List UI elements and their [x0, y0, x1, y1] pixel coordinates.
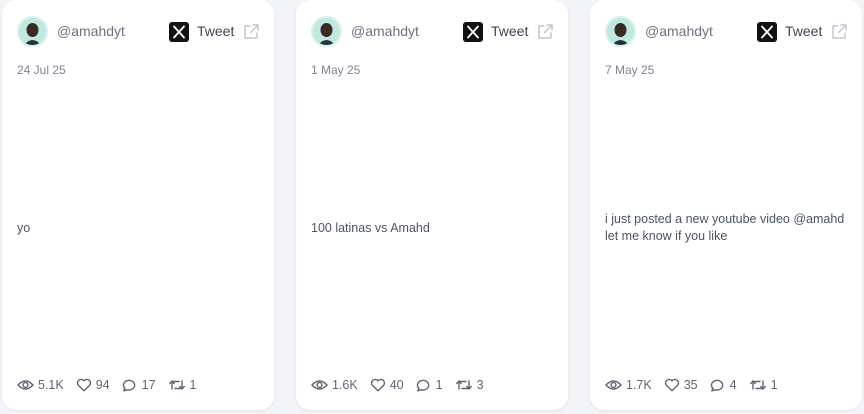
- retweets-count: 1: [770, 378, 778, 392]
- tweet-text: i just posted a new youtube video @amahd…: [605, 118, 848, 338]
- tweet-text: 100 latinas vs Amahd: [311, 118, 554, 338]
- comments-count: 4: [729, 378, 737, 392]
- eye-icon: [605, 380, 622, 390]
- views-stat: 1.7K: [605, 378, 652, 392]
- retweet-icon: [749, 380, 766, 390]
- retweets-stat[interactable]: 3: [455, 378, 484, 392]
- avatar[interactable]: [17, 16, 48, 47]
- likes-stat[interactable]: 40: [370, 378, 404, 392]
- comments-stat[interactable]: 17: [122, 378, 156, 392]
- comment-icon: [122, 379, 135, 392]
- x-logo-icon: [757, 22, 777, 42]
- tweet-date: 24 Jul 25: [17, 63, 66, 77]
- retweets-stat[interactable]: 1: [168, 378, 197, 392]
- user-handle[interactable]: @amahdyt: [351, 23, 419, 39]
- tweet-card[interactable]: @amahdyt Tweet 7 May 25 i just posted a …: [590, 0, 862, 410]
- user-handle[interactable]: @amahdyt: [645, 23, 713, 39]
- tweet-card[interactable]: @amahdyt Tweet 1 May 25 100 latinas vs A…: [296, 0, 568, 410]
- tweet-text-content: 100 latinas vs Amahd: [311, 220, 430, 235]
- card-header: @amahdyt Tweet: [17, 16, 260, 48]
- retweets-count: 3: [476, 378, 484, 392]
- tweet-text-content: yo: [17, 220, 31, 235]
- heart-icon: [76, 378, 91, 392]
- views-stat: 1.6K: [311, 378, 358, 392]
- user-handle[interactable]: @amahdyt: [57, 23, 125, 39]
- heart-icon: [664, 378, 679, 392]
- eye-icon: [17, 380, 34, 390]
- retweets-stat[interactable]: 1: [749, 378, 778, 392]
- tweet-card-row: @amahdyt Tweet 24 Jul 25 yo 5.1K 94 17 1…: [0, 0, 864, 414]
- views-count: 1.6K: [332, 378, 358, 392]
- tweet-link-label[interactable]: Tweet: [197, 23, 234, 39]
- tweet-text: yo: [17, 118, 260, 338]
- retweet-icon: [455, 380, 472, 390]
- tweet-text-content: i just posted a new youtube video @amahd…: [605, 212, 845, 243]
- external-link-icon[interactable]: [535, 22, 555, 42]
- comments-count: 17: [141, 378, 156, 392]
- comments-stat[interactable]: 4: [710, 378, 737, 392]
- comments-stat[interactable]: 1: [416, 378, 443, 392]
- external-link-icon[interactable]: [829, 22, 849, 42]
- eye-icon: [311, 380, 328, 390]
- comment-icon: [710, 379, 723, 392]
- x-logo-icon: [169, 22, 189, 42]
- retweets-count: 1: [189, 378, 197, 392]
- likes-stat[interactable]: 35: [664, 378, 698, 392]
- tweet-stats: 5.1K 94 17 1: [17, 375, 208, 395]
- card-header: @amahdyt Tweet: [311, 16, 554, 48]
- tweet-card[interactable]: @amahdyt Tweet 24 Jul 25 yo 5.1K 94 17 1: [2, 0, 274, 410]
- likes-count: 35: [683, 378, 698, 392]
- heart-icon: [370, 378, 385, 392]
- x-logo-icon: [463, 22, 483, 42]
- views-count: 1.7K: [626, 378, 652, 392]
- tweet-link-label[interactable]: Tweet: [491, 23, 528, 39]
- external-link-icon[interactable]: [241, 22, 261, 42]
- card-header: @amahdyt Tweet: [605, 16, 848, 48]
- avatar[interactable]: [605, 16, 636, 47]
- likes-count: 40: [389, 378, 404, 392]
- tweet-stats: 1.6K 40 1 3: [311, 375, 496, 395]
- likes-stat[interactable]: 94: [76, 378, 110, 392]
- likes-count: 94: [95, 378, 110, 392]
- tweet-date: 7 May 25: [605, 63, 655, 77]
- tweet-link-label[interactable]: Tweet: [785, 23, 822, 39]
- comment-icon: [416, 379, 429, 392]
- avatar[interactable]: [311, 16, 342, 47]
- views-stat: 5.1K: [17, 378, 64, 392]
- views-count: 5.1K: [38, 378, 64, 392]
- tweet-date: 1 May 25: [311, 63, 361, 77]
- retweet-icon: [168, 380, 185, 390]
- tweet-stats: 1.7K 35 4 1: [605, 375, 790, 395]
- comments-count: 1: [435, 378, 443, 392]
